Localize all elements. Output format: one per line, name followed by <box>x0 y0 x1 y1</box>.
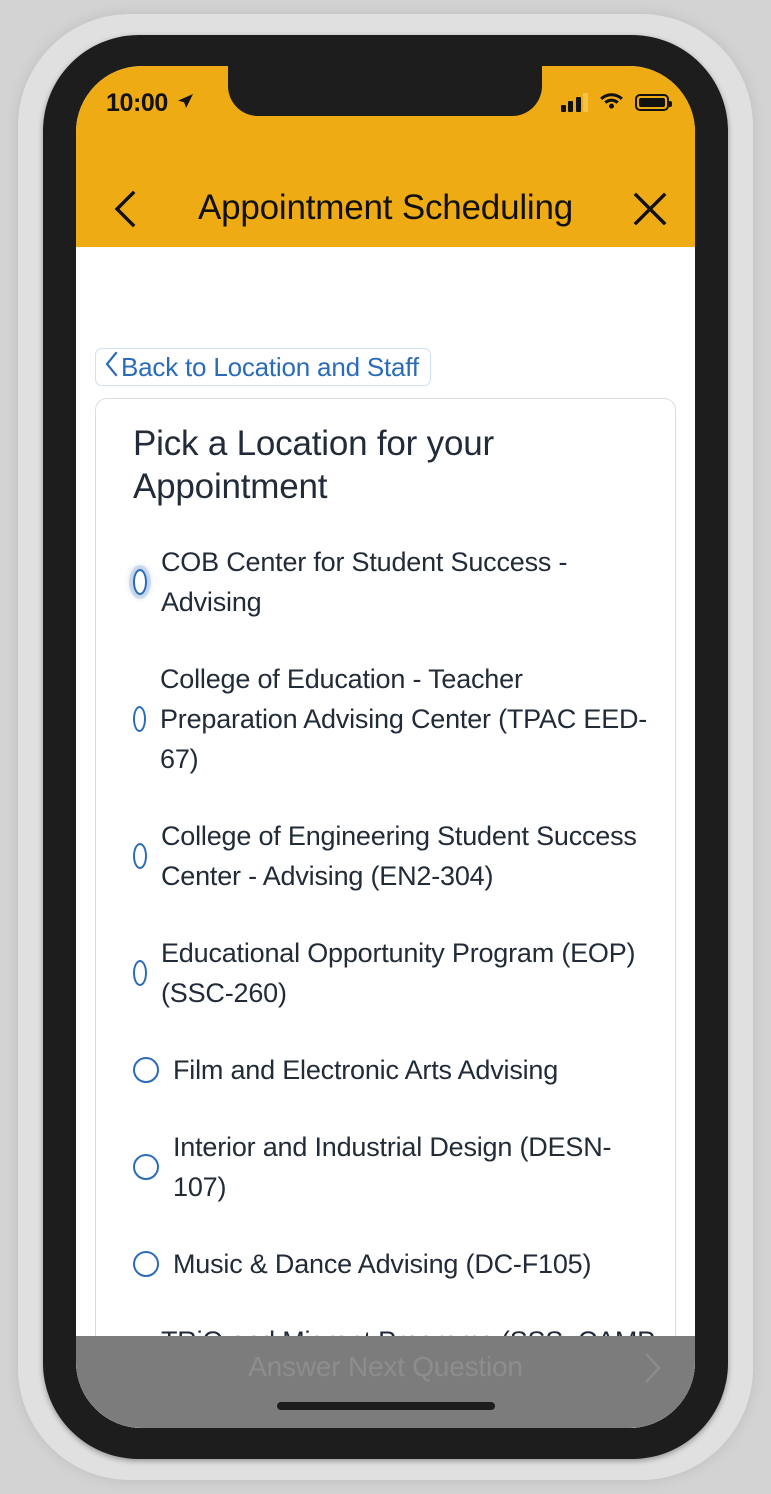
location-option[interactable]: Music & Dance Advising (DC-F105) <box>133 1244 659 1284</box>
location-option-label: College of Engineering Student Success C… <box>161 821 637 891</box>
location-arrow-icon <box>175 91 195 116</box>
location-picker-card: Pick a Location for your Appointment COB… <box>95 398 676 1428</box>
location-option[interactable]: Interior and Industrial Design (DESN-107… <box>133 1127 659 1207</box>
radio-button[interactable] <box>133 1057 159 1083</box>
app-header: 10:00 Appointment Scheduling <box>76 66 695 247</box>
wifi-icon <box>599 90 624 114</box>
page-title: Appointment Scheduling <box>197 188 574 227</box>
status-bar-left: 10:00 <box>106 88 195 118</box>
radio-button[interactable] <box>133 960 147 986</box>
bottom-action-bar: Answer Next Question <box>76 1336 695 1428</box>
location-options-group: COB Center for Student Success - Advisin… <box>96 508 675 1401</box>
radio-button[interactable] <box>133 843 147 869</box>
radio-button[interactable] <box>133 706 146 732</box>
back-link-label: Back to Location and Staff <box>121 351 419 382</box>
location-option-label: COB Center for Student Success - Advisin… <box>161 547 568 617</box>
home-indicator <box>276 1402 495 1410</box>
location-option-label: Film and Electronic Arts Advising <box>173 1055 559 1085</box>
location-option-label: Educational Opportunity Program (EOP) (S… <box>161 938 636 1008</box>
app-navbar: Appointment Scheduling <box>76 170 695 246</box>
radio-button[interactable] <box>133 1251 159 1277</box>
cellular-signal-icon <box>560 92 588 112</box>
location-option-label: Interior and Industrial Design (DESN-107… <box>173 1132 612 1202</box>
status-bar-right <box>560 90 672 114</box>
answer-next-question-button[interactable]: Answer Next Question <box>76 1336 695 1398</box>
location-option-label: College of Education - Teacher Preparati… <box>160 664 648 774</box>
location-option[interactable]: College of Engineering Student Success C… <box>133 816 659 896</box>
location-option[interactable]: COB Center for Student Success - Advisin… <box>133 542 659 622</box>
chevron-right-icon <box>643 1352 663 1389</box>
location-option[interactable]: Film and Electronic Arts Advising <box>133 1050 659 1090</box>
chevron-left-icon <box>104 351 119 382</box>
phone-screen: 10:00 Appointment Scheduling Back to Loc… <box>76 66 695 1428</box>
content-area: Back to Location and Staff Pick a Locati… <box>76 247 695 1428</box>
location-option[interactable]: Educational Opportunity Program (EOP) (S… <box>133 933 659 1013</box>
radio-button[interactable] <box>133 1154 159 1180</box>
location-option-label: Music & Dance Advising (DC-F105) <box>173 1249 592 1279</box>
answer-next-question-label: Answer Next Question <box>248 1351 523 1382</box>
phone-notch <box>228 66 542 116</box>
battery-full-icon <box>635 93 672 111</box>
page-backdrop: 10:00 Appointment Scheduling Back to Loc… <box>0 0 771 1494</box>
back-to-location-and-staff-link[interactable]: Back to Location and Staff <box>95 348 431 386</box>
radio-button[interactable] <box>133 569 147 595</box>
location-option[interactable]: College of Education - Teacher Preparati… <box>133 659 659 779</box>
status-time: 10:00 <box>106 89 168 117</box>
card-title: Pick a Location for your Appointment <box>133 424 494 506</box>
close-button[interactable] <box>623 182 677 236</box>
